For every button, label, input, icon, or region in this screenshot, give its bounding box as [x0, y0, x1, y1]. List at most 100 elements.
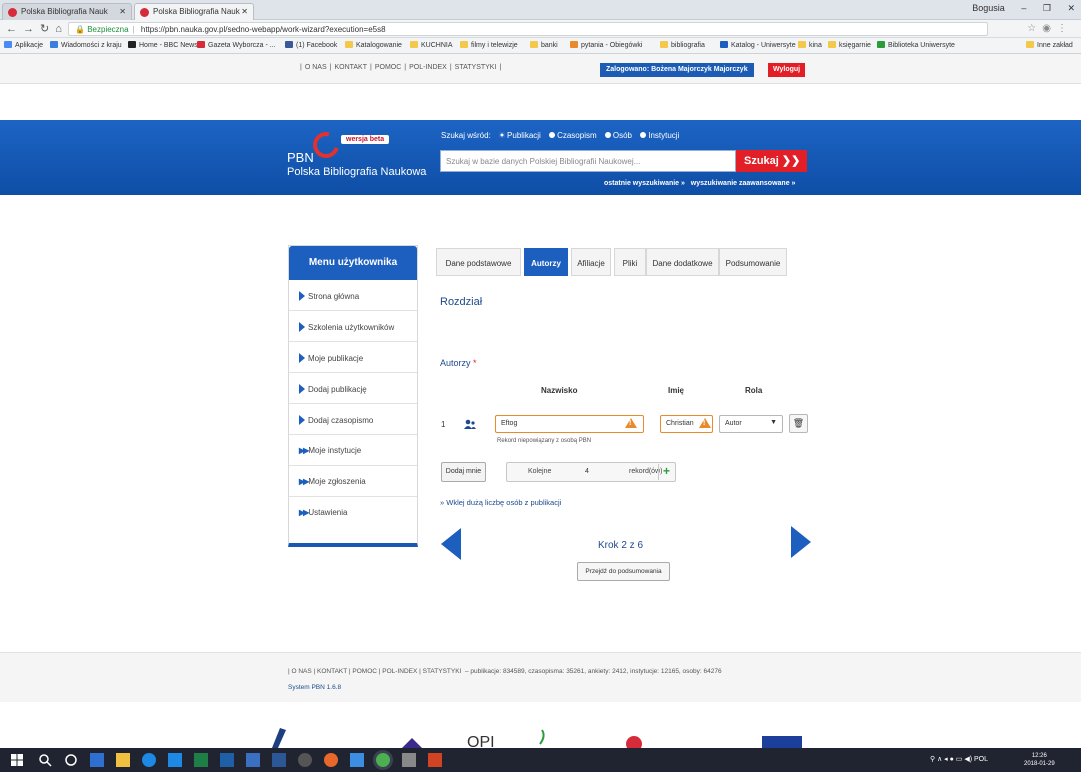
taskbar-app-icon[interactable] — [168, 753, 182, 767]
bookmark[interactable]: banki — [530, 41, 558, 49]
browser-tab-2[interactable]: Polska Bibliografia Nauk ✕ — [134, 3, 254, 20]
task-view-icon[interactable] — [64, 753, 78, 767]
bookmark[interactable]: Katalogowanie — [345, 41, 402, 49]
bookmark-apps[interactable]: Aplikacje — [4, 41, 43, 49]
sidebar-item-my-publications[interactable]: Moje publikacje — [289, 342, 417, 373]
advanced-search-link[interactable]: wyszukiwanie zaawansowane » — [691, 180, 796, 187]
menu-icon[interactable]: ⋮ — [1057, 23, 1073, 34]
next-step-arrow-icon[interactable] — [791, 526, 811, 558]
star-icon[interactable]: ☆ — [1027, 23, 1042, 34]
bookmark[interactable]: Gazeta Wyborcza - ... — [197, 41, 276, 49]
minimize-icon[interactable]: – — [1021, 3, 1026, 13]
scope-institutions[interactable]: Instytucji — [640, 131, 679, 140]
file-explorer-icon[interactable] — [116, 753, 130, 767]
window-controls: Bogusia – ❐ ✕ — [958, 3, 1075, 14]
role-select[interactable]: Autor ▼ — [719, 415, 783, 433]
pbn-favicon — [8, 8, 17, 17]
tab-summary[interactable]: Podsumowanie — [719, 248, 787, 276]
taskbar-app-icon[interactable] — [246, 753, 260, 767]
close-window-icon[interactable]: ✕ — [1067, 3, 1075, 13]
bookmark[interactable]: Home - BBC News — [128, 41, 198, 49]
tab-authors[interactable]: Autorzy — [524, 248, 568, 276]
user-menu-title: Menu użytkownika — [289, 246, 417, 280]
sidebar-item-trainings[interactable]: Szkolenia użytkowników — [289, 311, 417, 342]
sidebar-item-my-institutions[interactable]: ▶▶Moje instytucje — [289, 435, 417, 466]
search-icon[interactable] — [38, 753, 52, 767]
recent-searches-link[interactable]: ostatnie wyszukiwanie » — [604, 180, 685, 187]
excel-icon[interactable] — [194, 753, 208, 767]
link-about[interactable]: O NAS — [305, 64, 327, 71]
reload-icon[interactable]: ↻ — [40, 23, 55, 35]
previous-step-arrow-icon[interactable] — [441, 528, 461, 560]
edge-icon[interactable] — [142, 753, 156, 767]
records-count-input[interactable]: 4 — [585, 468, 589, 475]
sidebar-item-settings[interactable]: ▶▶Ustawienia — [289, 497, 417, 528]
taskbar-app-icon[interactable] — [90, 753, 104, 767]
bookmark[interactable]: Biblioteka Uniwersyte — [877, 41, 955, 49]
bookmark[interactable]: kina — [798, 41, 822, 49]
close-tab-icon[interactable]: ✕ — [119, 7, 126, 16]
tab-affiliations[interactable]: Afiliacje — [571, 248, 611, 276]
bookmark[interactable]: (1) Facebook — [285, 41, 337, 49]
url-field[interactable]: 🔒 Bezpieczna | https://pbn.nauka.gov.pl/s… — [68, 22, 988, 36]
bulk-paste-link[interactable]: » Wklej dużą liczbę osób z publikacji — [440, 498, 561, 507]
extension-icon[interactable]: ◉ — [1042, 23, 1057, 34]
bookmark-other[interactable]: Inne zakład — [1026, 41, 1073, 49]
forward-icon[interactable]: → — [23, 23, 40, 35]
url-text: https://pbn.nauka.gov.pl/sedno-webapp/wo… — [140, 25, 386, 34]
language-indicator[interactable]: POL — [974, 756, 988, 763]
bookmark[interactable]: filmy i telewizje — [460, 41, 518, 49]
bookmark[interactable]: Wiadomości z kraju — [50, 41, 122, 49]
link-contact[interactable]: KONTAKT — [334, 64, 367, 71]
scope-publications[interactable]: Publikacji — [499, 131, 541, 140]
footer-links: | O NAS | KONTAKT | POMOC | POL-INDEX | … — [288, 668, 722, 675]
add-records-button[interactable]: + — [658, 464, 674, 480]
browser-tab-1[interactable]: Polska Bibliografia Nauk ✕ — [2, 3, 132, 20]
logout-button[interactable]: Wyloguj — [768, 63, 806, 77]
windows-start-icon[interactable] — [10, 753, 24, 767]
clock[interactable]: 12:26 2018-01-29 — [1024, 752, 1055, 768]
link-help[interactable]: POMOC — [375, 64, 401, 71]
radio-icon — [549, 132, 556, 138]
sidebar-item-add-publication[interactable]: Dodaj publikację — [289, 373, 417, 404]
maximize-icon[interactable]: ❐ — [1043, 3, 1051, 13]
sidebar-item-my-reports[interactable]: ▶▶Moje zgłoszenia — [289, 466, 417, 497]
bookmark[interactable]: KUCHNIA — [410, 41, 453, 49]
powerpoint-icon[interactable] — [428, 753, 442, 767]
calculator-icon[interactable] — [402, 753, 416, 767]
tab-files[interactable]: Pliki — [614, 248, 646, 276]
person-link-icon[interactable] — [464, 419, 476, 429]
pbn-logo-text[interactable]: PBN — [287, 150, 314, 165]
tab-additional-data[interactable]: Dane dodatkowe — [646, 248, 719, 276]
bookmark[interactable]: księgarnie — [828, 41, 871, 49]
sidebar-item-home[interactable]: Strona główna — [289, 280, 417, 311]
firefox-icon[interactable] — [324, 753, 338, 767]
bookmark[interactable]: bibliografia — [660, 41, 705, 49]
link-statistics[interactable]: STATYSTYKI — [455, 64, 497, 71]
outlook-icon[interactable] — [220, 753, 234, 767]
chrome-icon[interactable] — [376, 753, 390, 767]
scope-persons[interactable]: Osób — [604, 131, 632, 140]
user-menu: Menu użytkownika Strona główna Szkolenia… — [288, 245, 418, 547]
search-input[interactable]: Szukaj w bazie danych Polskiej Bibliogra… — [440, 150, 736, 172]
link-pol-index[interactable]: POL-INDEX — [409, 64, 447, 71]
taskbar-app-icon[interactable] — [298, 753, 312, 767]
bookmarks-bar: Aplikacje Wiadomości z kraju Home - BBC … — [0, 38, 1081, 54]
delete-author-button[interactable]: 🗑 — [789, 414, 808, 433]
bookmark[interactable]: pytania - Obiegówki — [570, 41, 642, 49]
sidebar-item-add-journal[interactable]: Dodaj czasopismo — [289, 404, 417, 435]
add-me-button[interactable]: Dodaj mnie — [441, 462, 486, 482]
author-row-number: 1 — [441, 420, 446, 429]
tray-icons[interactable]: ⚲ ∧ ◂ ● ▭ ◀) — [930, 756, 974, 763]
taskbar-app-icon[interactable] — [350, 753, 364, 767]
close-tab-icon[interactable]: ✕ — [241, 7, 248, 16]
go-to-summary-button[interactable]: Przejdź do podsumowania — [577, 562, 670, 581]
scope-journals[interactable]: Czasopism — [549, 131, 597, 140]
tab-basic-data[interactable]: Dane podstawowe — [436, 248, 521, 276]
surname-field[interactable]: Eftog — [495, 415, 644, 433]
word-icon[interactable] — [272, 753, 286, 767]
back-icon[interactable]: ← — [6, 23, 23, 35]
bookmark[interactable]: Katalog - Uniwersyte — [720, 41, 796, 49]
search-button[interactable]: Szukaj ❯❯ — [736, 150, 807, 172]
home-icon[interactable]: ⌂ — [55, 23, 68, 35]
